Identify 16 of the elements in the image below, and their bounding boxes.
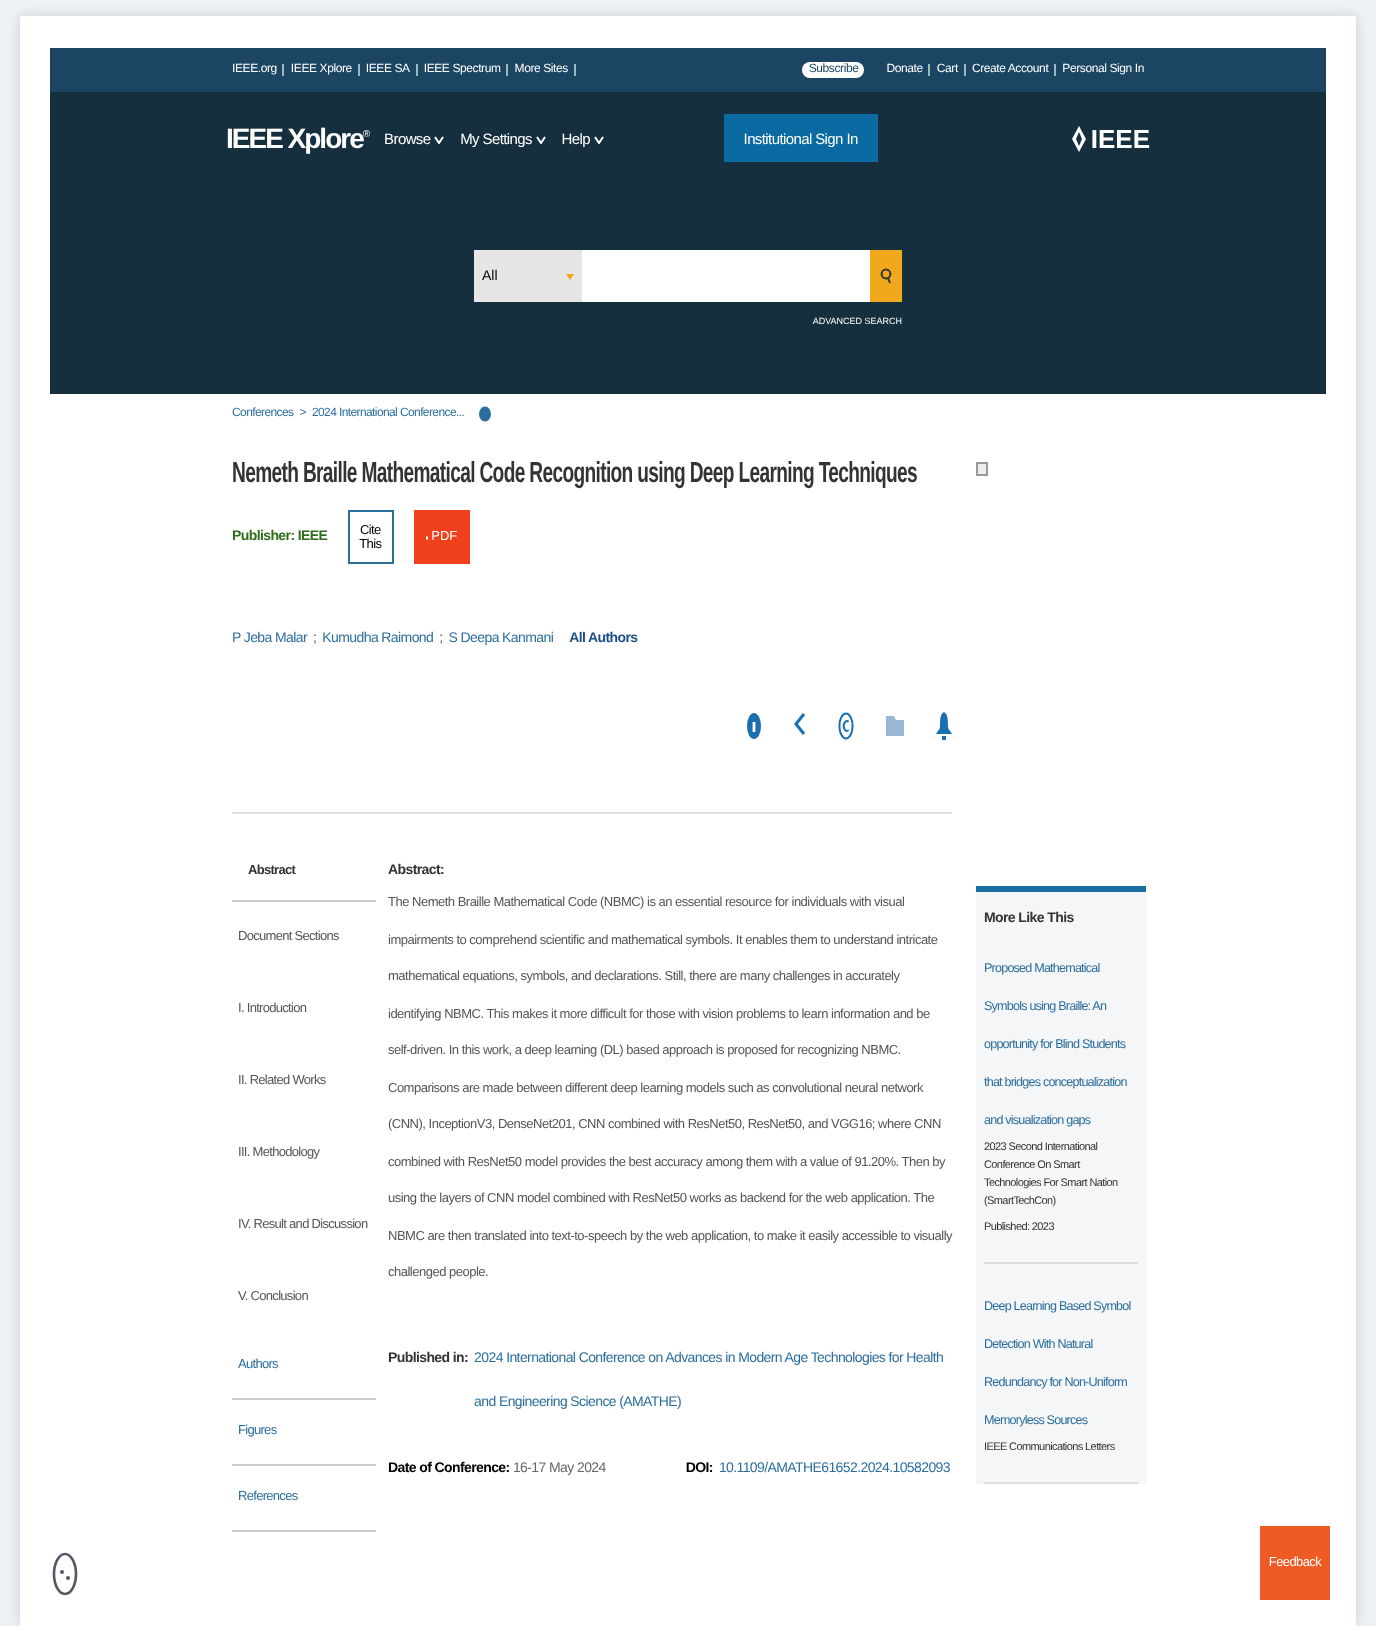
chevron-down-icon: [535, 135, 546, 143]
search-icon: [880, 268, 892, 284]
bell-icon[interactable]: [936, 712, 952, 740]
chevron-down-icon: [434, 135, 445, 143]
brand-logo: IEEE: [1072, 123, 1150, 153]
copyright-icon[interactable]: [838, 712, 854, 740]
share-icon[interactable]: [794, 712, 806, 736]
site-logo[interactable]: IEEE Xplore$^{®}$: [226, 122, 369, 154]
help-icon[interactable]: [478, 406, 493, 422]
caret-icon: [566, 273, 574, 279]
article-title: Nemeth Braille Mathematical Code Recognition using Deep Learning Techniques: [232, 458, 918, 490]
search-button[interactable]: [870, 250, 902, 302]
search-field[interactable]: [582, 250, 870, 302]
broken-image-icon: [976, 462, 988, 476]
chevron-down-icon: [593, 135, 604, 143]
info-icon[interactable]: [746, 712, 762, 740]
